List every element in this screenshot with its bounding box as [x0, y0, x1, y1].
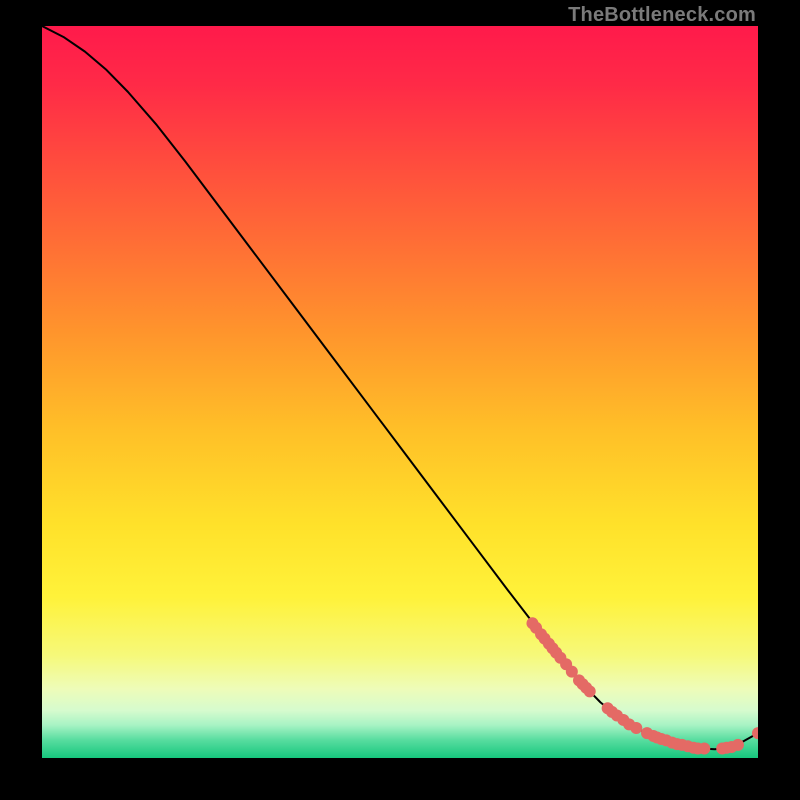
chart	[42, 26, 758, 758]
curve-marker	[630, 722, 642, 734]
curve-marker	[732, 739, 744, 751]
watermark-text: TheBottleneck.com	[568, 4, 756, 27]
curve-marker	[698, 742, 710, 754]
plot-background	[42, 26, 758, 758]
curve-marker	[584, 685, 596, 697]
